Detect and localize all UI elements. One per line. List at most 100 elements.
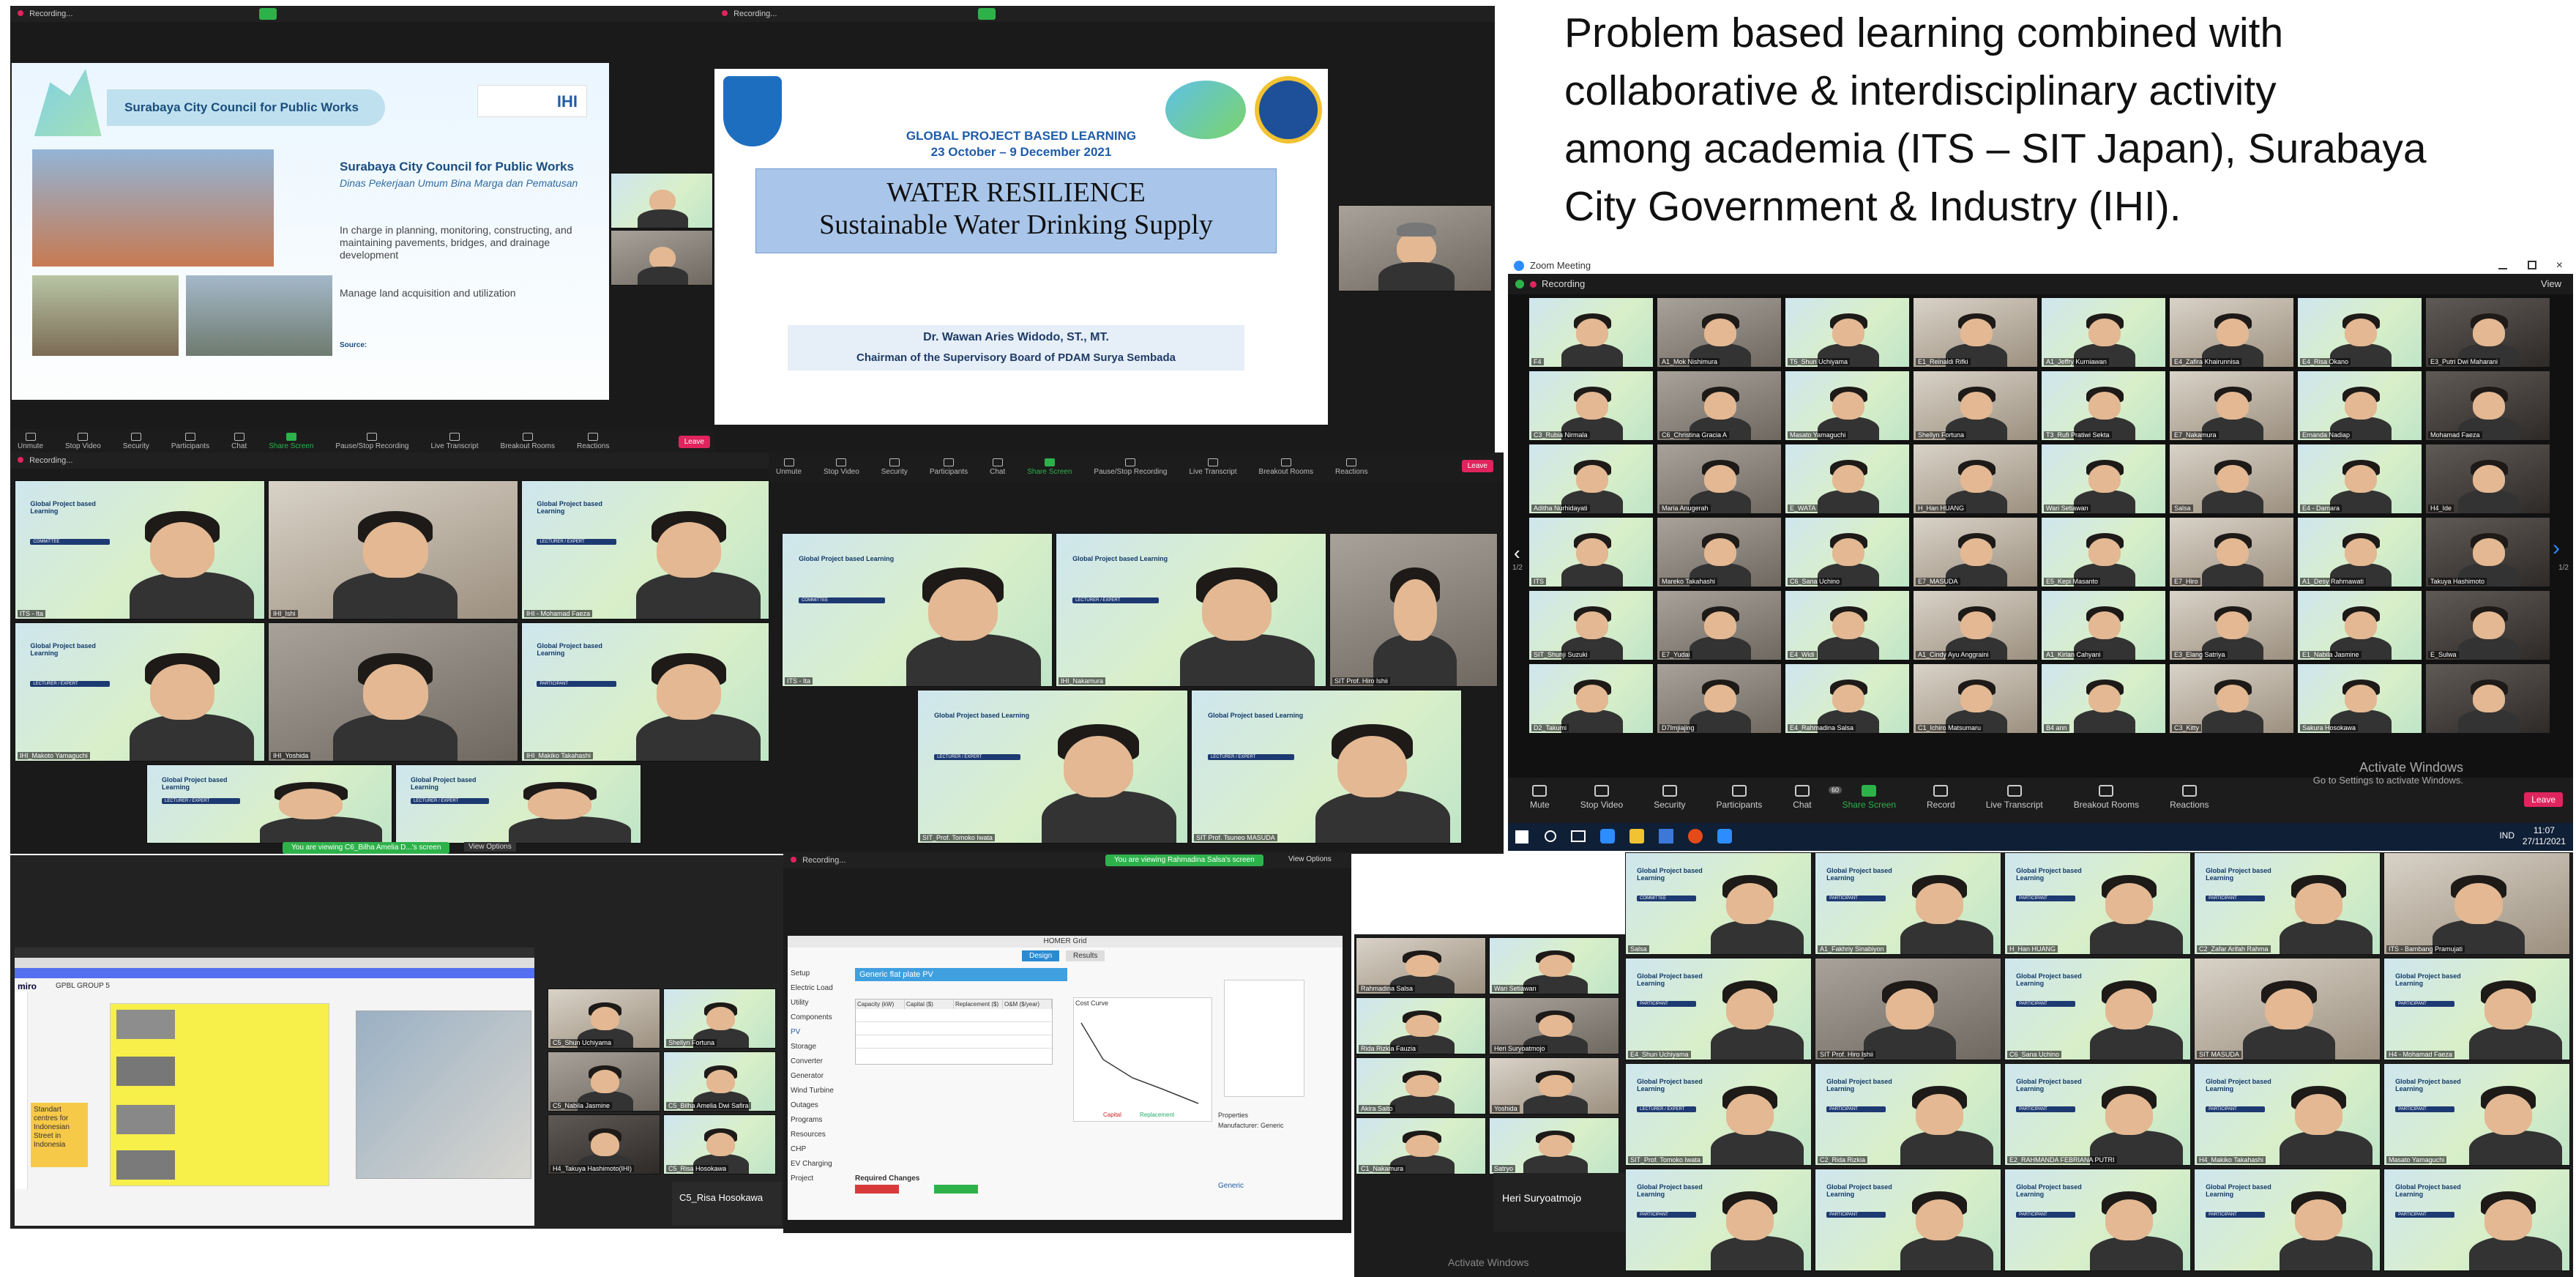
control-reactions[interactable]: Reactions (577, 433, 609, 450)
video-tile[interactable]: Heri Suryoatmojo (1489, 997, 1619, 1054)
video-tile[interactable]: A1_Kirlan Cahyani (2041, 590, 2166, 660)
control-unmute[interactable]: Unmute (18, 433, 43, 450)
video-tile[interactable]: B4 ann (2041, 663, 2166, 734)
homer-sidebar-item[interactable]: Storage (791, 1040, 849, 1054)
video-tile[interactable]: Masato Yamaguchi (1785, 371, 1910, 441)
control-live-transcript[interactable]: Live Transcript (1986, 785, 2043, 810)
video-tile[interactable]: Global Project based Learning PARTICIPANT… (2004, 1063, 2191, 1166)
video-tile[interactable]: Global Project based Learning PARTICIPANT (2194, 1169, 2381, 1271)
video-tile[interactable]: C5_Risa Hosokawa (663, 1114, 776, 1174)
video-tile[interactable]: Global Project based Learning PARTICIPANT (1625, 1169, 1812, 1271)
video-tile[interactable]: A1_Desy Rahmawati (2297, 517, 2422, 587)
homer-sidebar-item[interactable]: Outages (791, 1098, 849, 1113)
video-tile[interactable]: Mareko Takahashi (1657, 517, 1782, 587)
video-tile[interactable]: Sakura Hosokawa (2297, 663, 2422, 734)
leave-button[interactable]: Leave (1461, 460, 1493, 472)
maximize-icon[interactable] (2528, 261, 2536, 269)
sticky-note[interactable]: Standart centres for Indonesian Street i… (31, 1103, 88, 1167)
satellite-map[interactable] (356, 1010, 531, 1179)
video-tile[interactable]: Global Project based Learning LECTURER / … (1191, 690, 1462, 844)
video-tile[interactable]: Global Project based Learning LECTURER / … (917, 690, 1188, 844)
video-tile[interactable]: Satryo (1489, 1117, 1619, 1174)
miro-table[interactable] (110, 1003, 329, 1186)
folder-icon[interactable] (1629, 829, 1644, 844)
video-tile[interactable]: Global Project based Learning PARTICIPANT… (521, 622, 772, 762)
video-tile[interactable]: Global Project based Learning LECTURER / … (15, 622, 265, 762)
video-tile[interactable]: E7_Hiro (2169, 517, 2294, 587)
homer-sidebar-item[interactable]: Generator (791, 1069, 849, 1084)
control-security[interactable]: Security (881, 458, 908, 476)
homer-sidebar-item[interactable]: Resources (791, 1128, 849, 1142)
control-reactions[interactable]: Reactions (2170, 785, 2209, 810)
video-tile[interactable]: E4_Zafira Khairunnisa (2169, 297, 2294, 368)
leave-button[interactable]: Leave (2524, 792, 2563, 807)
video-tile[interactable]: C6_Christina Gracia A (1657, 371, 1782, 441)
control-stop-video[interactable]: Stop Video (65, 433, 101, 450)
video-tile[interactable]: Global Project based Learning PARTICIPANT… (2004, 958, 2191, 1060)
control-participants[interactable]: Participants (1717, 785, 1762, 810)
video-tile[interactable]: T5_Shun Uchiyama (1785, 297, 1910, 368)
cost-table[interactable]: Capacity (kW) Capital ($) Replacement ($) O… (855, 999, 1053, 1065)
view-options-button[interactable]: View Options (1288, 855, 1332, 863)
video-tile[interactable]: E4_Widi (1785, 590, 1910, 660)
zoom-taskbar-icon[interactable] (1717, 829, 1732, 844)
control-stop-video[interactable]: Stop Video (1580, 785, 1623, 810)
video-tile[interactable]: E1_Nabila Jasmine (2297, 590, 2422, 660)
video-tile[interactable]: C5_Bilha Amelia Dwi Safira (663, 1051, 776, 1112)
video-tile[interactable]: Takuya Hashimoto (2425, 517, 2550, 587)
video-tile[interactable]: Global Project based Learning PARTICIPANT (2383, 1169, 2570, 1271)
video-tile[interactable]: Akira Saito (1356, 1057, 1486, 1114)
tab-design[interactable]: Design (1022, 950, 1060, 961)
video-tile[interactable]: E7_Yudai (1657, 590, 1782, 660)
video-tile[interactable]: Global Project based Learning LECTURER / … (1625, 1063, 1812, 1166)
video-tile[interactable]: E5_Kepi Masanto (2041, 517, 2166, 587)
video-tile[interactable]: SIT MASUDA (2194, 958, 2381, 1060)
homer-sidebar-item[interactable]: Programs (791, 1113, 849, 1128)
control-live-transcript[interactable]: Live Transcript (1190, 458, 1237, 476)
video-tile[interactable]: A1_Jeffry Kurniawan (2041, 297, 2166, 368)
chrome-icon[interactable] (1688, 829, 1703, 844)
video-tile[interactable]: SIT Prof. Hiro Ishii (1815, 958, 2001, 1060)
video-tile[interactable]: Global Project based Learning PARTICIPANT… (1625, 958, 1812, 1060)
homer-sidebar-item[interactable]: EV Charging (791, 1157, 849, 1172)
control-breakout-rooms[interactable]: Breakout Rooms (1259, 458, 1313, 476)
video-tile[interactable]: Shellyn Fortuna (1913, 371, 2038, 441)
video-tile[interactable]: Global Project based Learning LECTURER / … (146, 764, 392, 844)
control-chat[interactable]: Chat (990, 458, 1005, 476)
video-tile[interactable]: C6_Sana Uchino (1785, 517, 1910, 587)
video-tile[interactable]: Global Project based Learning PARTICIPANT… (1815, 1063, 2001, 1166)
video-tile[interactable]: H4_Ide (2425, 444, 2550, 514)
video-tile[interactable]: E1_Reinaldi Rifki (1913, 297, 2038, 368)
view-button[interactable]: View (2541, 274, 2561, 294)
video-tile[interactable]: C1_Nakamura (1356, 1117, 1486, 1174)
video-tile[interactable]: Global Project based Learning LECTURER / … (395, 764, 641, 844)
video-tile[interactable]: Rahmadina Salsa (1356, 937, 1486, 994)
edge-icon[interactable] (1600, 829, 1615, 844)
video-tile[interactable]: E7_MASUDA (1913, 517, 2038, 587)
video-tile[interactable]: Maria Anugerah (1657, 444, 1782, 514)
video-tile[interactable]: Salsa (2169, 444, 2294, 514)
task-view-icon[interactable] (1571, 830, 1586, 842)
video-tile[interactable]: Global Project based Learning PARTICIPANT… (2004, 852, 2191, 955)
homer-sidebar-item[interactable]: CHP (791, 1142, 849, 1157)
video-tile[interactable]: H_Han HUANG (1913, 444, 2038, 514)
video-tile[interactable]: Global Project based Learning PARTICIPANT… (1815, 852, 2001, 955)
control-participants[interactable]: Participants (930, 458, 968, 476)
homer-sidebar-item[interactable]: Converter (791, 1054, 849, 1069)
video-tile[interactable]: D7Imjiajing (1657, 663, 1782, 734)
video-tile[interactable]: T3_Rufi Pratiwi Sekta (2041, 371, 2166, 441)
video-tile[interactable]: E7_Nakamura (2169, 371, 2294, 441)
control-breakout-rooms[interactable]: Breakout Rooms (501, 433, 555, 450)
control-chat[interactable]: Chat (1793, 785, 1812, 810)
video-tile[interactable]: SIT_Shunji Suzuki (1528, 590, 1654, 660)
video-tile[interactable]: Aditha Nurhidayati (1528, 444, 1654, 514)
video-tile[interactable]: A1_Cindy Ayu Anggraini (1913, 590, 2038, 660)
minimize-icon[interactable] (2498, 261, 2507, 269)
video-tile[interactable]: E3_Elang Satriya (2169, 590, 2294, 660)
video-tile[interactable]: ITS (1528, 517, 1654, 587)
homer-sidebar-item[interactable]: Setup (791, 967, 849, 981)
control-recording[interactable]: Pause/Stop Recording (1094, 458, 1168, 476)
homer-sidebar-item[interactable]: Components (791, 1010, 849, 1025)
video-tile[interactable]: Global Project based Learning COMMITTEE IT… (782, 533, 1053, 687)
video-tile[interactable]: Global Project based Learning PARTICIPANT… (2194, 1063, 2381, 1166)
